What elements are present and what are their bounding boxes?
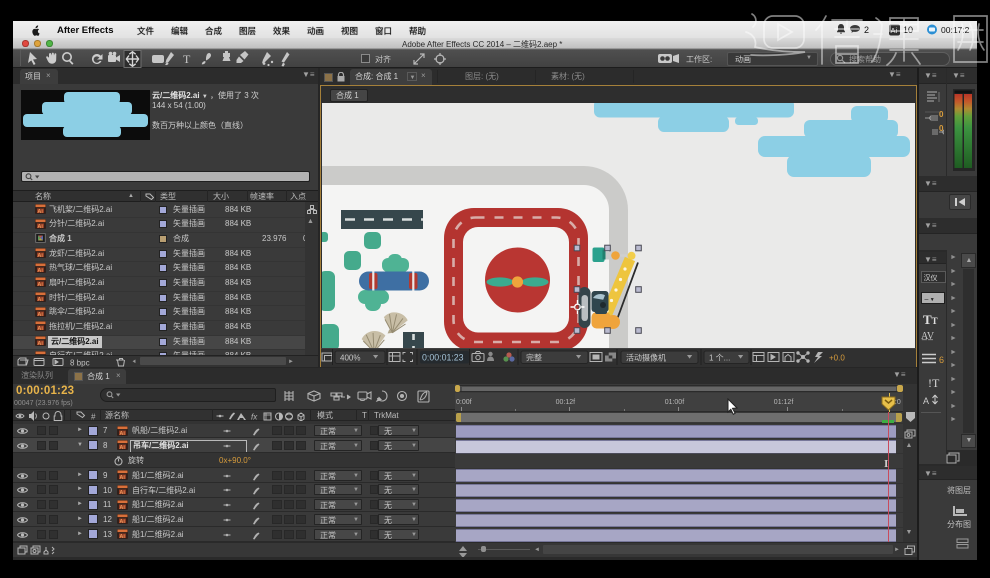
svg-text:Ai: Ai	[37, 209, 43, 214]
svg-text:1 个...: 1 个...	[709, 354, 730, 363]
svg-text:A̲V̲: A̲V̲	[921, 331, 935, 342]
svg-text:Ai: Ai	[119, 534, 125, 539]
svg-text:Ai: Ai	[119, 475, 125, 480]
svg-text:Ai: Ai	[37, 253, 43, 258]
svg-text:Ai: Ai	[37, 297, 43, 302]
svg-text:#: #	[91, 412, 96, 421]
svg-text:Ai: Ai	[37, 326, 43, 331]
svg-text:400%: 400%	[340, 354, 360, 363]
svg-text:Ai: Ai	[119, 490, 125, 495]
svg-text:Ai: Ai	[37, 311, 43, 316]
svg-text:Ai: Ai	[37, 267, 43, 272]
svg-text:Ai: Ai	[37, 282, 43, 287]
svg-text:A: A	[923, 396, 929, 406]
svg-text:T: T	[183, 52, 191, 66]
svg-text:8 bpc: 8 bpc	[70, 358, 90, 367]
svg-text:Ai: Ai	[119, 430, 125, 435]
svg-text:Ai: Ai	[119, 504, 125, 509]
svg-text:+0.0: +0.0	[829, 354, 845, 363]
svg-text:Ai: Ai	[119, 519, 125, 524]
svg-text:活动摄像机: 活动摄像机	[626, 353, 666, 363]
svg-text:Ai: Ai	[37, 223, 43, 228]
svg-text:0:00:01:23: 0:00:01:23	[422, 353, 464, 363]
svg-text:Ai: Ai	[37, 341, 43, 346]
svg-text:6: 6	[939, 355, 944, 365]
svg-text:完整: 完整	[526, 353, 542, 363]
svg-text:Ai: Ai	[119, 445, 125, 450]
svg-text:fx: fx	[251, 412, 258, 421]
